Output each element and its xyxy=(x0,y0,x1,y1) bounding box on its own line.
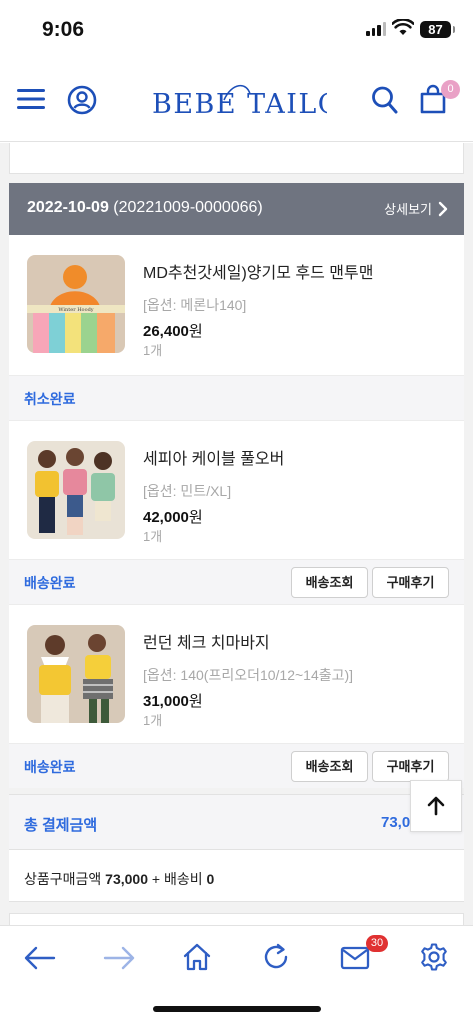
order-date: 2022-10-09 xyxy=(27,199,109,216)
home-icon[interactable] xyxy=(182,942,212,972)
product-thumbnail[interactable]: Winter Hoody xyxy=(27,255,125,353)
item-status-row: 배송완료 배송조회 구매후기 xyxy=(9,743,464,788)
previous-order-panel xyxy=(9,143,464,174)
arrow-up-icon xyxy=(427,796,445,816)
total-payment-value: 73,0 xyxy=(381,814,411,831)
status-label: 배송완료 xyxy=(24,575,76,591)
order-item[interactable]: 세피아 케이블 풀오버 [옵션: 민트/XL] 42,000원 1개 xyxy=(9,420,464,560)
shipping-fee-label: 배송비 xyxy=(163,871,203,887)
total-payment-label: 총 결제금액 xyxy=(24,817,98,834)
app-header: BEBE TAILOR 0 xyxy=(0,60,473,142)
shipping-fee-value: 0 xyxy=(206,871,215,887)
write-review-button[interactable]: 구매후기 xyxy=(372,751,449,782)
product-quantity: 1개 xyxy=(143,529,163,544)
product-name[interactable]: 세피아 케이블 풀오버 xyxy=(143,445,284,469)
forward-arrow-icon[interactable] xyxy=(103,944,135,972)
thumb-caption: Winter Hoody xyxy=(58,307,93,313)
product-thumbnail[interactable] xyxy=(27,441,125,539)
chevron-right-icon xyxy=(438,201,448,216)
brand-logo[interactable]: BEBE TAILOR xyxy=(152,80,327,124)
scroll-to-top-button[interactable] xyxy=(410,780,462,832)
refresh-icon[interactable] xyxy=(261,942,291,972)
settings-gear-icon[interactable] xyxy=(419,942,449,972)
order-item[interactable]: Winter Hoody MD추천갓세일)양기모 후드 맨투맨 [옵션: 메론나… xyxy=(9,235,464,375)
product-price: 31,000원 xyxy=(143,690,203,711)
price-unit: 원 xyxy=(188,693,203,710)
order-detail-link[interactable]: 상세보기 xyxy=(384,199,448,218)
product-quantity: 1개 xyxy=(143,713,163,728)
mail-count-badge: 30 xyxy=(366,935,388,952)
price-unit: 원 xyxy=(188,509,203,526)
goods-amount-label: 상품구매금액 xyxy=(24,871,102,887)
product-option: [옵션: 민트/XL] xyxy=(143,483,232,499)
plus-sign: + xyxy=(151,871,161,887)
product-price: 42,000원 xyxy=(143,506,203,527)
cart-count-badge: 0 xyxy=(441,80,460,99)
status-label: 취소완료 xyxy=(24,391,76,407)
order-list-page: 2022-10-09 (20221009-0000066) 상세보기 Winte… xyxy=(0,143,473,925)
write-review-button[interactable]: 구매후기 xyxy=(372,567,449,598)
cellular-signal-icon xyxy=(366,22,386,36)
product-option: [옵션: 140(프리오더10/12~14출고)] xyxy=(143,667,354,683)
order-header: 2022-10-09 (20221009-0000066) 상세보기 xyxy=(9,183,464,235)
wifi-icon xyxy=(392,19,414,35)
battery-indicator: 87 xyxy=(420,21,455,38)
price-value: 31,000 xyxy=(143,693,189,710)
account-icon[interactable] xyxy=(67,85,97,115)
price-unit: 원 xyxy=(188,323,203,340)
detail-link-label: 상세보기 xyxy=(384,202,432,217)
breakdown-text: 상품구매금액 73,000 + 배송비 0 xyxy=(24,869,214,889)
total-payment-row: 총 결제금액 73,0 xyxy=(9,794,464,850)
search-icon[interactable] xyxy=(371,85,399,115)
item-status-row: 취소완료 xyxy=(9,375,464,420)
menu-icon[interactable] xyxy=(17,87,45,111)
back-arrow-icon[interactable] xyxy=(24,944,56,972)
status-bar: 9:06 87 xyxy=(0,0,473,60)
product-name[interactable]: 런던 체크 치마바지 xyxy=(143,629,270,653)
order-date-line: 2022-10-09 (20221009-0000066) xyxy=(27,199,263,217)
price-value: 42,000 xyxy=(143,509,189,526)
item-status-row: 배송완료 배송조회 구매후기 xyxy=(9,559,464,604)
home-indicator xyxy=(153,1006,321,1012)
product-name[interactable]: MD추천갓세일)양기모 후드 맨투맨 xyxy=(143,259,373,283)
order-item[interactable]: 런던 체크 치마바지 [옵션: 140(프리오더10/12~14출고)] 31,… xyxy=(9,604,464,744)
price-value: 26,400 xyxy=(143,323,189,340)
track-delivery-button[interactable]: 배송조회 xyxy=(291,751,368,782)
status-label: 배송완료 xyxy=(24,759,76,775)
next-section-panel xyxy=(9,913,464,925)
payment-breakdown: 상품구매금액 73,000 + 배송비 0 xyxy=(9,850,464,902)
product-thumbnail[interactable] xyxy=(27,625,125,723)
product-price: 26,400원 xyxy=(143,320,203,341)
track-delivery-button[interactable]: 배송조회 xyxy=(291,567,368,598)
mail-icon[interactable] xyxy=(340,946,370,970)
order-number: (20221009-0000066) xyxy=(113,199,263,216)
status-time: 9:06 xyxy=(42,18,85,41)
goods-amount-value: 73,000 xyxy=(105,871,148,887)
logo-text: BEBE TAILOR xyxy=(152,89,327,120)
product-quantity: 1개 xyxy=(143,343,163,358)
product-option: [옵션: 메론나140] xyxy=(143,297,247,313)
